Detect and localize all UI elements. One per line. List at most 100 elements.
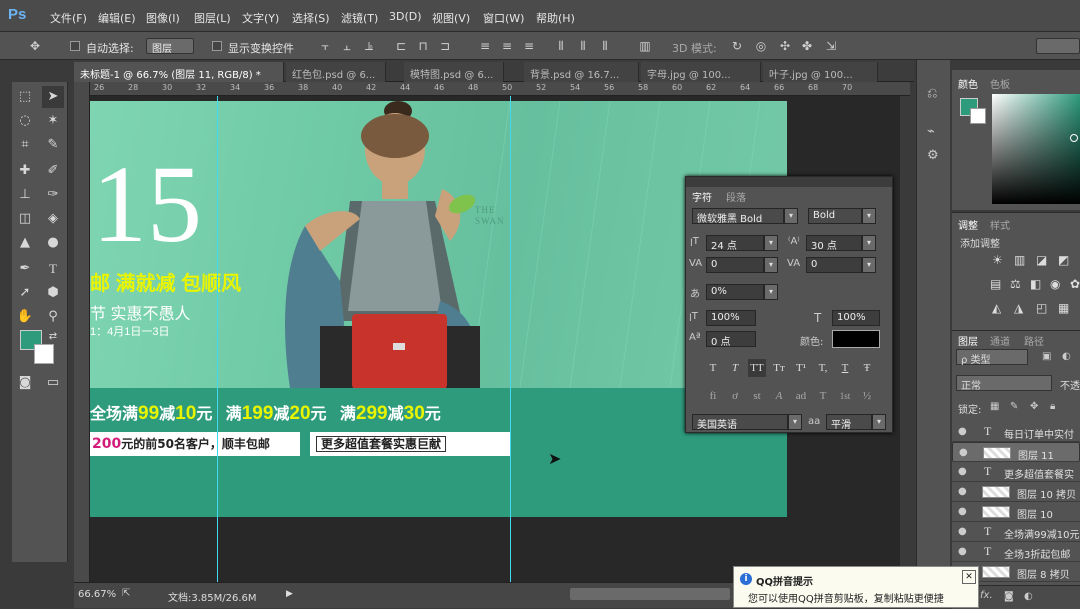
leading-dropdown-icon[interactable]: ▾ [862,235,876,251]
tab-model[interactable]: 模特图.psd @ 6... [404,62,504,82]
posterize-icon[interactable]: ◮ [1014,301,1023,315]
tab-color[interactable]: 颜色 [958,76,978,91]
menu-help[interactable]: 帮助(H) [536,10,575,26]
layer-row[interactable]: ● 图层 10 拷贝 [952,482,1080,502]
photo-filter-icon[interactable]: ◉ [1050,277,1060,291]
horizontal-scale-field[interactable]: 100% [832,310,880,326]
brush-tool-icon[interactable]: ✐ [42,160,64,182]
layer-row[interactable]: ● 图层 11 [952,442,1080,462]
antialias-dropdown-icon[interactable]: ▾ [872,414,886,430]
hue-icon[interactable]: ⚖ [1010,277,1021,291]
tab-character[interactable]: 字符 [692,189,712,204]
brightness-icon[interactable]: ☀ [992,253,1003,267]
history-brush-icon[interactable]: ✑ [42,184,64,206]
zoom-tool-icon[interactable]: ⚲ [42,306,64,328]
zoom-level[interactable]: 66.67% [78,589,116,600]
small-caps-button[interactable]: Tт [770,359,788,377]
fx-icon[interactable]: fx. [980,590,993,601]
color-picker-handle[interactable] [1070,134,1078,142]
leading-field[interactable]: 30 点 [806,235,862,252]
faux-bold-button[interactable]: T [704,359,722,377]
antialias-select[interactable]: 平滑 [826,414,872,431]
discretionary-ligature-button[interactable]: ơ [726,387,744,405]
tsume-field[interactable]: 0% [706,284,764,300]
status-arrow-icon[interactable]: ▶ [286,589,293,599]
swash-button[interactable]: A [770,387,788,405]
move-tool-icon[interactable]: ✥ [28,39,42,53]
menu-type[interactable]: 文字(Y) [242,10,279,26]
layer-row[interactable]: ● T 全场满99减10元 [952,522,1080,542]
align-hcenter-icon[interactable]: ⊓ [416,39,430,53]
underline-button[interactable]: T [836,359,854,377]
kerning-dropdown-icon[interactable]: ▾ [764,257,778,273]
kerning-field[interactable]: 0 [706,257,764,273]
lock-move-icon[interactable]: ✥ [1030,401,1038,412]
auto-select-dropdown[interactable]: 图层 [146,38,194,55]
filter-adjust-icon[interactable]: ◐ [1062,351,1071,362]
lock-paint-icon[interactable]: ✎ [1010,401,1018,412]
subscript-button[interactable]: T, [814,359,832,377]
shape-tool-icon[interactable]: ⬢ [42,282,64,304]
layer-name[interactable]: 图层 11 [1018,447,1054,462]
menu-window[interactable]: 窗口(W) [483,10,524,26]
fractions-button[interactable]: ½ [858,387,876,405]
menu-3d[interactable]: 3D(D) [389,10,422,23]
filter-image-icon[interactable]: ▣ [1042,351,1051,362]
layer-row[interactable]: ● T 更多超值套餐实 [952,462,1080,482]
workspace-dropdown[interactable] [1036,38,1080,54]
tab-channels[interactable]: 通道 [990,333,1010,348]
distribute-bottom-icon[interactable]: ≡ [522,39,536,53]
crop-tool-icon[interactable]: ⌗ [14,134,36,156]
layer-name[interactable]: 全场3折起包邮 [1004,546,1070,561]
gradient-map-icon[interactable]: ▦ [1058,301,1069,315]
font-style-select[interactable]: Bold [808,208,862,224]
visibility-eye-icon[interactable]: ● [958,506,967,517]
font-family-select[interactable]: 微软雅黑 Bold [692,208,784,225]
align-left-icon[interactable]: ⊏ [394,39,408,53]
visibility-eye-icon[interactable]: ● [958,526,967,537]
horizontal-scrollbar[interactable] [570,588,730,600]
paint-bucket-icon[interactable]: ◈ [42,208,64,230]
layer-row[interactable]: ● 图层 10 [952,502,1080,522]
menu-file[interactable]: 文件(F) [50,10,87,26]
layer-name[interactable]: 图层 10 拷贝 [1017,486,1076,501]
visibility-eye-icon[interactable]: ● [958,546,967,557]
font-family-dropdown-icon[interactable]: ▾ [784,208,798,224]
align-right-icon[interactable]: ⊐ [438,39,452,53]
qq-tip-close-button[interactable]: ✕ [962,570,976,584]
ornaments-button[interactable]: T [814,387,832,405]
auto-align-icon[interactable]: ▥ [638,39,652,53]
menu-edit[interactable]: 编辑(E) [98,10,136,26]
layer-name[interactable]: 图层 10 [1017,506,1053,521]
tracking-field[interactable]: 0 [806,257,862,273]
artboard[interactable]: 15 邮 满就减 包顺风 节 实惠不愚人 1：4月1日一3日 THE SWAN … [90,101,787,517]
strikethrough-button[interactable]: Ŧ [858,359,876,377]
screen-mode-icon[interactable]: ▭ [42,372,64,394]
align-vcenter-icon[interactable]: ⫠ [340,39,354,53]
quick-mask-icon[interactable]: ◙ [14,372,36,394]
font-size-dropdown-icon[interactable]: ▾ [764,235,778,251]
layer-name[interactable]: 更多超值套餐实 [1004,466,1074,481]
ligature-button[interactable]: fi [704,387,722,405]
lock-all-icon[interactable]: 🔒︎ [1050,401,1055,412]
tab-paths[interactable]: 路径 [1024,333,1044,348]
healing-brush-icon[interactable]: ✚ [14,160,36,182]
eyedropper-icon[interactable]: ✎ [42,134,64,156]
auto-select-checkbox[interactable] [70,41,80,51]
menu-view[interactable]: 视图(V) [432,10,470,26]
menu-image[interactable]: 图像(I) [146,10,180,26]
3d-slide-icon[interactable]: ✤ [800,39,814,53]
language-select[interactable]: 美国英语 [692,414,788,431]
font-style-dropdown-icon[interactable]: ▾ [862,208,876,224]
distribute-hcenter-icon[interactable]: ⦀ [576,39,590,53]
distribute-left-icon[interactable]: ⦀ [554,39,568,53]
vibrance-icon[interactable]: ▤ [990,277,1001,291]
distribute-right-icon[interactable]: ⦀ [598,39,612,53]
tab-untitled-1[interactable]: 未标题-1 @ 66.7% (图层 11, RGB/8) * [74,62,284,82]
exposure-icon[interactable]: ◩ [1058,253,1069,267]
3d-roll-icon[interactable]: ◎ [754,39,768,53]
channel-mixer-icon[interactable]: ✿ [1070,277,1080,291]
path-select-icon[interactable]: ➚ [14,282,36,304]
guide-line-1[interactable] [217,96,218,582]
blend-mode-select[interactable]: 正常 [956,375,1052,392]
